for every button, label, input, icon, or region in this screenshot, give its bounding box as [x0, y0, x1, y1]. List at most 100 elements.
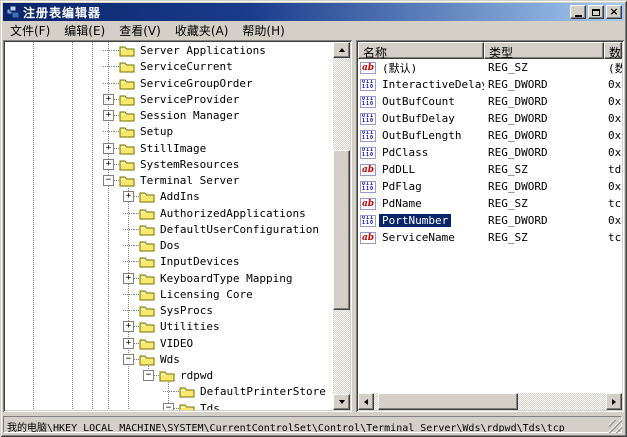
tree-item[interactable]: InputDevices: [5, 253, 241, 270]
tree-item-label[interactable]: ServiceCurrent: [138, 60, 235, 73]
value-name[interactable]: PortNumber: [379, 214, 451, 227]
registry-value-row[interactable]: 011110OutBufCountREG_DWORD0x: [358, 93, 622, 110]
tree-vscroll-thumb[interactable]: [333, 150, 350, 310]
registry-value-row[interactable]: abPdNameREG_SZtc: [358, 195, 622, 212]
registry-value-row[interactable]: 011110InteractiveDelayREG_DWORD0x: [358, 76, 622, 93]
tree-item-label[interactable]: Server Applications: [138, 44, 268, 57]
tree-item-label[interactable]: ServiceProvider: [138, 93, 241, 106]
value-name[interactable]: PdDLL: [379, 163, 418, 176]
tree-item[interactable]: AuthorizedApplications: [5, 205, 308, 222]
tree-item[interactable]: − Tds: [5, 400, 222, 411]
resize-grip[interactable]: [609, 420, 622, 433]
expand-plus-icon[interactable]: +: [103, 159, 114, 170]
registry-value-row[interactable]: 011110PortNumberREG_DWORD0x: [358, 212, 622, 229]
tree-item-label[interactable]: Dos: [158, 239, 182, 252]
tree-item-label[interactable]: AuthorizedApplications: [158, 207, 308, 220]
tree-item[interactable]: + VIDEO: [5, 335, 195, 352]
tree-item[interactable]: DefaultPrinterStore: [5, 383, 328, 400]
expand-plus-icon[interactable]: +: [103, 110, 114, 121]
tree-item[interactable]: ServiceCurrent: [5, 58, 235, 75]
expand-plus-icon[interactable]: +: [123, 191, 134, 202]
expand-plus-icon[interactable]: +: [123, 273, 134, 284]
list-hscroll-thumb[interactable]: [378, 393, 518, 410]
tree-item-label[interactable]: Wds: [158, 353, 182, 366]
menu-item-4[interactable]: 帮助(H): [235, 21, 291, 40]
close-button[interactable]: ×: [606, 5, 622, 19]
tree-item[interactable]: Dos: [5, 237, 182, 254]
tree-item[interactable]: SysProcs: [5, 302, 215, 319]
tree-item[interactable]: Server Applications: [5, 42, 268, 59]
collapse-minus-icon[interactable]: −: [103, 175, 114, 186]
registry-value-row[interactable]: ab(默认)REG_SZ(数: [358, 59, 622, 76]
menu-item-3[interactable]: 收藏夹(A): [168, 21, 236, 40]
tree-item-label[interactable]: Tds: [198, 402, 222, 411]
registry-value-row[interactable]: 011110PdClassREG_DWORD0x: [358, 144, 622, 161]
value-name[interactable]: PdFlag: [379, 180, 425, 193]
tree-item[interactable]: + KeyboardType Mapping: [5, 270, 294, 287]
tree-item[interactable]: + SystemResources: [5, 156, 241, 173]
tree-item-label[interactable]: Setup: [138, 125, 175, 138]
tree-item-label[interactable]: SysProcs: [158, 304, 215, 317]
expand-plus-icon[interactable]: +: [103, 94, 114, 105]
expand-plus-icon[interactable]: +: [123, 321, 134, 332]
tree-item-label[interactable]: DefaultUserConfiguration: [158, 223, 321, 236]
tree-item[interactable]: − rdpwd: [5, 367, 215, 384]
tree-item[interactable]: + StillImage: [5, 140, 208, 157]
collapse-minus-icon[interactable]: −: [163, 403, 174, 411]
menu-item-2[interactable]: 查看(V): [112, 21, 168, 40]
column-header-name[interactable]: 名称: [358, 42, 484, 59]
column-header-data[interactable]: 数据: [604, 42, 622, 59]
tree-item[interactable]: − Wds: [5, 351, 182, 368]
registry-value-row[interactable]: 011110OutBufDelayREG_DWORD0x: [358, 110, 622, 127]
tree-item[interactable]: + Session Manager: [5, 107, 241, 124]
registry-value-row[interactable]: abServiceNameREG_SZtc: [358, 229, 622, 246]
tree-item-label[interactable]: InputDevices: [158, 255, 241, 268]
tree-item-label[interactable]: StillImage: [138, 142, 208, 155]
tree-item[interactable]: Setup: [5, 123, 175, 140]
tree-item[interactable]: Licensing Core: [5, 286, 255, 303]
expand-plus-icon[interactable]: +: [103, 143, 114, 154]
value-name[interactable]: (默认): [379, 60, 420, 76]
list-horizontal-scrollbar[interactable]: [358, 393, 622, 410]
tree-item-label[interactable]: SystemResources: [138, 158, 241, 171]
tree-item[interactable]: + Utilities: [5, 318, 222, 335]
expand-plus-icon[interactable]: +: [123, 338, 134, 349]
tree-item-label[interactable]: VIDEO: [158, 337, 195, 350]
registry-value-row[interactable]: abPdDLLREG_SZtd: [358, 161, 622, 178]
list-scroll-left-button[interactable]: [358, 393, 374, 410]
tree-scroll-down-button[interactable]: [333, 394, 350, 410]
tree-item[interactable]: + AddIns: [5, 188, 202, 205]
value-name[interactable]: InteractiveDelay: [379, 78, 484, 91]
list-scroll-right-button[interactable]: [606, 393, 622, 410]
value-name[interactable]: ServiceName: [379, 231, 458, 244]
tree-scroll-up-button[interactable]: [333, 42, 350, 58]
maximize-button[interactable]: [588, 5, 604, 19]
tree-item-label[interactable]: Licensing Core: [158, 288, 255, 301]
tree-item-label[interactable]: AddIns: [158, 190, 202, 203]
tree-item-label[interactable]: ServiceGroupOrder: [138, 77, 255, 90]
collapse-minus-icon[interactable]: −: [123, 354, 134, 365]
tree-item[interactable]: ServiceGroupOrder: [5, 75, 255, 92]
tree-item[interactable]: DefaultUserConfiguration: [5, 221, 321, 238]
column-header-type[interactable]: 类型: [484, 42, 604, 59]
collapse-minus-icon[interactable]: −: [143, 370, 154, 381]
value-name[interactable]: OutBufDelay: [379, 112, 458, 125]
tree-item-label[interactable]: DefaultPrinterStore: [198, 385, 328, 398]
tree-item-label[interactable]: rdpwd: [178, 369, 215, 382]
tree-item[interactable]: + ServiceProvider: [5, 91, 241, 108]
value-name[interactable]: OutBufCount: [379, 95, 458, 108]
tree-item[interactable]: − Terminal Server: [5, 172, 241, 189]
menu-item-0[interactable]: 文件(F): [3, 21, 57, 40]
minimize-button[interactable]: [570, 5, 586, 19]
tree-item-label[interactable]: Utilities: [158, 320, 222, 333]
value-name[interactable]: PdName: [379, 197, 425, 210]
tree-item-label[interactable]: Terminal Server: [138, 174, 241, 187]
tree-item-label[interactable]: KeyboardType Mapping: [158, 272, 294, 285]
value-name[interactable]: PdClass: [379, 146, 431, 159]
registry-value-row[interactable]: 011110OutBufLengthREG_DWORD0x: [358, 127, 622, 144]
registry-value-row[interactable]: 011110PdFlagREG_DWORD0x: [358, 178, 622, 195]
tree-vertical-scrollbar[interactable]: [333, 42, 350, 410]
tree-item-label[interactable]: Session Manager: [138, 109, 241, 122]
menu-item-1[interactable]: 编辑(E): [57, 21, 112, 40]
value-name[interactable]: OutBufLength: [379, 129, 464, 142]
